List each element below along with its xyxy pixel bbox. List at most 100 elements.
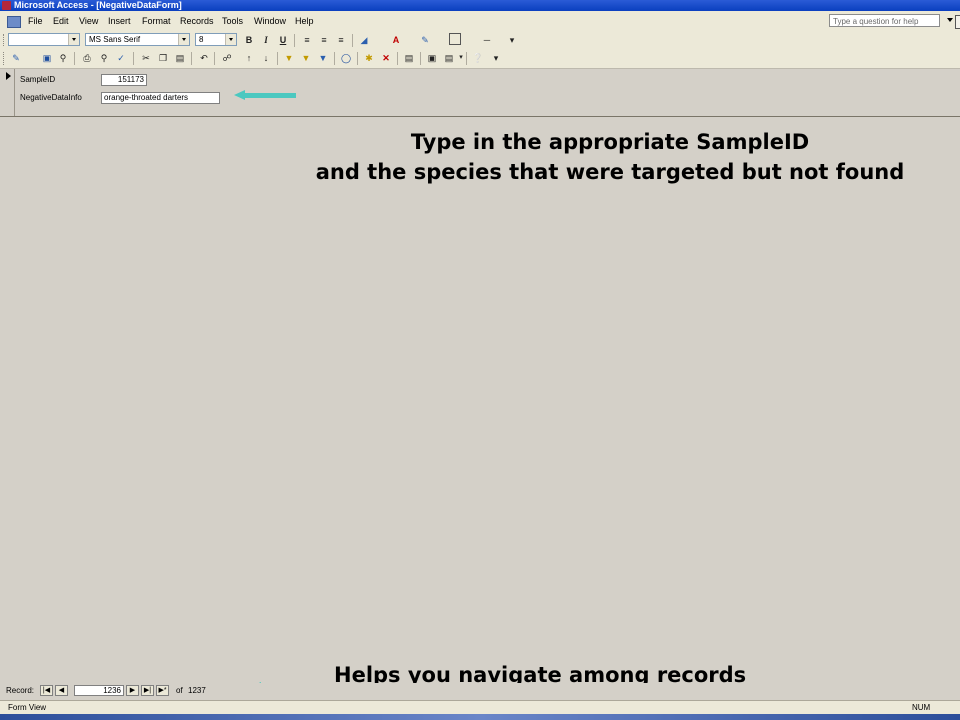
toolbar-separator xyxy=(466,52,467,65)
line-color-icon[interactable]: ✎ xyxy=(418,33,432,47)
instruction-line-1: Type in the appropriate SampleID xyxy=(410,130,810,154)
menu-tools[interactable]: Tools xyxy=(220,11,245,31)
toolbar-separator xyxy=(397,52,398,65)
toolbar-grip[interactable] xyxy=(3,34,7,46)
filter-by-form-icon[interactable]: ▼ xyxy=(299,51,313,65)
align-left-icon[interactable]: ≡ xyxy=(300,33,314,47)
copy-icon[interactable]: ❐ xyxy=(156,51,170,65)
toolbar-separator xyxy=(214,52,215,65)
font-size-value: 8 xyxy=(199,35,204,44)
align-right-icon[interactable]: ≡ xyxy=(334,33,348,47)
taskbar-strip xyxy=(0,714,960,720)
record-navigation-bar: Record: |◀ ◀ 1236 ▶ ▶| ▶* of 1237 xyxy=(0,683,960,699)
menu-bar: File Edit View Insert Format Records Too… xyxy=(0,11,960,32)
fill-color-icon[interactable]: ◢ xyxy=(357,33,371,47)
menu-view[interactable]: View xyxy=(77,11,100,31)
filter-by-selection-icon[interactable]: ▼ xyxy=(282,51,296,65)
sampleid-field[interactable]: 151173 xyxy=(101,74,147,86)
chevron-down-icon[interactable] xyxy=(225,34,236,45)
menu-help[interactable]: Help xyxy=(293,11,316,31)
print-icon[interactable]: ⎙ xyxy=(80,51,94,65)
menu-records[interactable]: Records xyxy=(178,11,216,31)
negativedatainfo-field[interactable]: orange-throated darters xyxy=(101,92,220,104)
toolbar-separator xyxy=(334,52,335,65)
border-icon[interactable] xyxy=(449,33,461,45)
sort-descending-icon[interactable]: ↓ xyxy=(259,51,273,65)
formatting-toolbar: MS Sans Serif 8 B I U ≡ ≡ ≡ ◢ A ✎ ─ ▾ xyxy=(0,31,960,49)
menu-format[interactable]: Format xyxy=(140,11,173,31)
status-num-lock: NUM xyxy=(912,703,931,712)
record-number-field[interactable]: 1236 xyxy=(74,685,124,696)
instruction-text: Type in the appropriate SampleID and the… xyxy=(0,127,960,187)
status-view: Form View xyxy=(8,703,47,712)
font-size-combo[interactable]: 8 xyxy=(195,33,237,46)
print-preview-icon[interactable]: ⚲ xyxy=(97,51,111,65)
close-window-button[interactable] xyxy=(955,15,960,29)
align-center-icon[interactable]: ≡ xyxy=(317,33,331,47)
previous-record-button[interactable]: ◀ xyxy=(55,685,68,696)
toolbar-grip[interactable] xyxy=(3,52,7,65)
delete-record-icon[interactable]: ✕ xyxy=(379,51,393,65)
italic-button[interactable]: I xyxy=(259,33,273,47)
chevron-down-icon[interactable] xyxy=(68,34,79,45)
font-name-combo[interactable]: MS Sans Serif xyxy=(85,33,190,46)
form-view-toolbar: ✎ ▣ ⚲ ⎙ ⚲ ✓ ✂ ❐ ▤ ↶ ☍ ↑ ↓ ▼ ▼ ▼ ◯ ✱ ✕ ▤ … xyxy=(0,49,960,69)
help-icon[interactable]: ❔ xyxy=(471,51,485,65)
object-combo[interactable] xyxy=(8,33,80,46)
chevron-down-icon[interactable] xyxy=(178,34,189,45)
menu-insert[interactable]: Insert xyxy=(106,11,133,31)
instruction-line-2: and the species that were targeted but n… xyxy=(315,160,905,184)
current-record-icon xyxy=(6,72,11,80)
line-width-icon[interactable]: ─ xyxy=(480,33,494,47)
help-dropdown-icon[interactable] xyxy=(947,18,953,22)
undo-icon[interactable]: ↶ xyxy=(197,51,211,65)
find-icon[interactable]: ◯ xyxy=(339,51,353,65)
spelling-icon[interactable]: ✓ xyxy=(114,51,128,65)
properties-icon[interactable]: ▤ xyxy=(402,51,416,65)
underline-button[interactable]: U xyxy=(276,33,290,47)
menu-window[interactable]: Window xyxy=(252,11,288,31)
arrow-shaft xyxy=(244,93,296,98)
record-of-label: of xyxy=(176,686,183,695)
field-arrow-icon xyxy=(234,90,296,100)
record-selector[interactable] xyxy=(0,69,15,116)
toolbar-options-icon[interactable]: ▾ xyxy=(505,33,519,47)
access-app-icon xyxy=(2,1,11,10)
toolbar-separator xyxy=(420,52,421,65)
new-record-icon[interactable]: ✱ xyxy=(362,51,376,65)
next-record-button[interactable]: ▶ xyxy=(126,685,139,696)
sort-ascending-icon[interactable]: ↑ xyxy=(242,51,256,65)
toolbar-options-icon[interactable]: ▾ xyxy=(489,51,503,65)
bold-button[interactable]: B xyxy=(242,33,256,47)
toolbar-separator xyxy=(357,52,358,65)
record-label: Record: xyxy=(6,686,35,695)
new-record-button[interactable]: ▶* xyxy=(156,685,169,696)
toolbar-separator xyxy=(191,52,192,65)
menu-edit[interactable]: Edit xyxy=(51,11,71,31)
record-total: 1237 xyxy=(188,686,206,695)
first-record-button[interactable]: |◀ xyxy=(40,685,53,696)
paste-icon[interactable]: ▤ xyxy=(173,51,187,65)
cut-icon[interactable]: ✂ xyxy=(139,51,153,65)
window-title: Microsoft Access - [NegativeDataForm] xyxy=(14,0,182,10)
menu-file[interactable]: File xyxy=(26,11,45,31)
status-bar: Form View NUM xyxy=(0,700,960,715)
save-icon[interactable]: ▣ xyxy=(40,51,54,65)
font-color-button[interactable]: A xyxy=(389,33,403,47)
insert-hyperlink-icon[interactable]: ☍ xyxy=(220,51,234,65)
toolbar-separator xyxy=(133,52,134,65)
toolbar-separator xyxy=(352,34,353,47)
font-name-value: MS Sans Serif xyxy=(89,35,141,44)
last-record-button[interactable]: ▶| xyxy=(141,685,154,696)
toolbar-separator xyxy=(74,52,75,65)
title-bar: Microsoft Access - [NegativeDataForm] xyxy=(0,0,960,11)
help-question-input[interactable]: Type a question for help xyxy=(829,14,940,27)
apply-filter-icon[interactable]: ▼ xyxy=(316,51,330,65)
view-icon[interactable]: ✎ xyxy=(9,51,23,65)
toolbar-separator xyxy=(294,34,295,47)
search-file-icon[interactable]: ⚲ xyxy=(56,51,70,65)
form-detail-section: SampleID 151173 NegativeDataInfo orange-… xyxy=(0,69,960,117)
sampleid-label: SampleID xyxy=(20,75,56,84)
form-window-icon[interactable] xyxy=(7,16,21,28)
database-window-icon[interactable]: ▣ xyxy=(425,51,439,65)
